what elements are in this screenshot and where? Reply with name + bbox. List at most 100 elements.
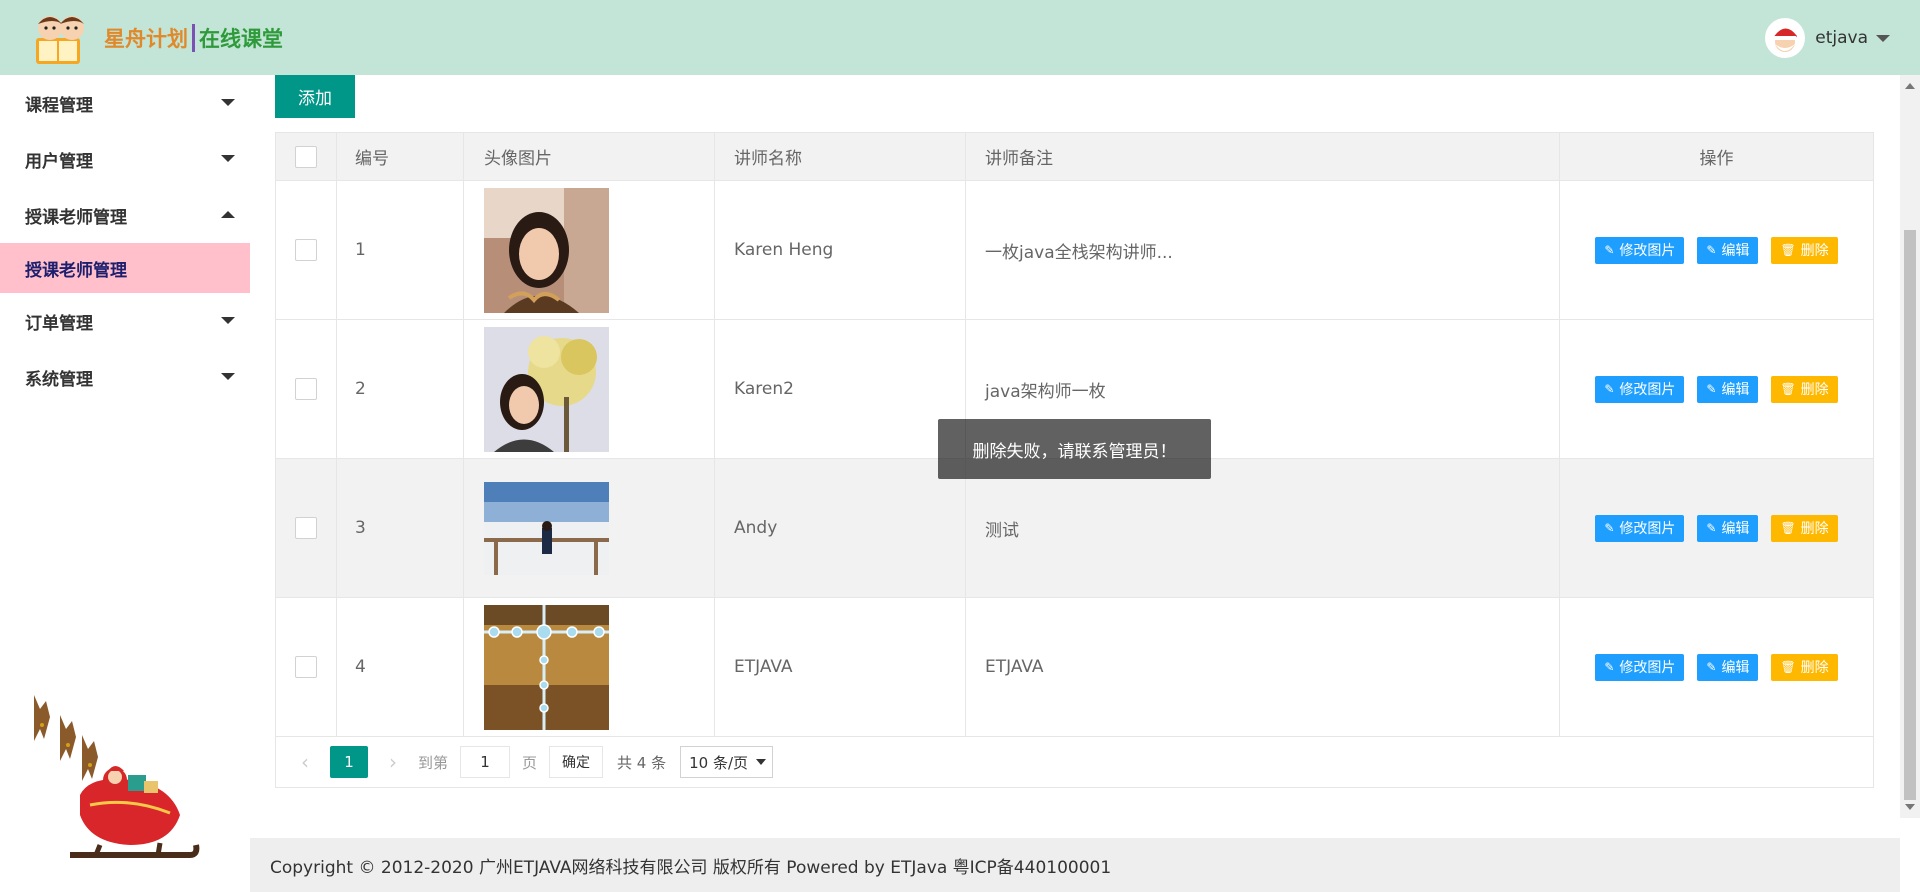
edit-button[interactable]: ✎ 编辑 xyxy=(1697,514,1759,542)
sidebar-item-teachers[interactable]: 授课老师管理 xyxy=(0,187,250,243)
delete-label: 删除 xyxy=(1800,521,1829,537)
pencil-icon: ✎ xyxy=(1706,660,1717,674)
copyright-text: Copyright © 2012-2020 广州ETJAVA网络科技有限公司 版… xyxy=(270,857,1112,878)
edit-image-label: 修改图片 xyxy=(1619,243,1676,259)
page-unit-label: 页 xyxy=(522,753,538,772)
sidebar-item-system[interactable]: 系统管理 xyxy=(0,349,250,405)
cell-name: Karen Heng xyxy=(715,181,966,319)
add-button[interactable]: 添加 xyxy=(275,75,355,118)
goto-confirm-button[interactable]: 确定 xyxy=(549,746,604,778)
row-checkbox[interactable] xyxy=(295,517,317,539)
sidebar-subitem-label: 授课老师管理 xyxy=(25,260,127,281)
row-checkbox[interactable] xyxy=(295,378,317,400)
vertical-scrollbar[interactable] xyxy=(1900,75,1920,818)
cell-id: 1 xyxy=(337,181,464,319)
page-footer: Copyright © 2012-2020 广州ETJAVA网络科技有限公司 版… xyxy=(250,838,1900,892)
scroll-up-icon[interactable] xyxy=(1905,83,1915,89)
sidebar-subitem-teachers-active[interactable]: 授课老师管理 xyxy=(0,243,250,293)
column-header-name[interactable]: 讲师名称 xyxy=(715,133,966,180)
goto-label: 到第 xyxy=(418,753,449,772)
cell-name: Karen2 xyxy=(715,320,966,458)
delete-button[interactable]: 🗑 删除 xyxy=(1771,653,1838,681)
chevron-down-icon xyxy=(756,759,767,765)
chevron-down-icon[interactable] xyxy=(1876,34,1890,42)
column-header-avatar[interactable]: 头像图片 xyxy=(464,133,715,180)
prev-page-icon[interactable]: ‹ xyxy=(292,750,318,774)
site-logo[interactable]: 星舟计划 在线课堂 xyxy=(30,8,283,68)
edit-image-label: 修改图片 xyxy=(1619,521,1676,537)
sidebar-item-courses[interactable]: 课程管理 xyxy=(0,75,250,131)
edit-image-button[interactable]: ✎ 修改图片 xyxy=(1595,653,1685,681)
cell-remark: 一枚java全栈架构讲师... xyxy=(966,181,1560,319)
chevron-up-icon xyxy=(221,211,235,218)
trash-icon: 🗑 xyxy=(1780,382,1796,396)
edit-label: 编辑 xyxy=(1721,382,1750,398)
edit-label: 编辑 xyxy=(1721,521,1750,537)
pagination: ‹ 1 › 到第 页 确定 共 4 条 10 条/页 xyxy=(276,737,1873,787)
edit-button[interactable]: ✎ 编辑 xyxy=(1697,653,1759,681)
sidebar-item-label: 订单管理 xyxy=(25,313,93,334)
edit-image-button[interactable]: ✎ 修改图片 xyxy=(1595,236,1685,264)
pencil-icon: ✎ xyxy=(1604,660,1615,674)
table-header-row: 编号 头像图片 讲师名称 讲师备注 操作 xyxy=(276,133,1873,181)
username[interactable]: etjava xyxy=(1815,28,1868,48)
table-row[interactable]: 4 ETJAVA ETJAVA ✎ 修改图片 ✎ 编辑 🗑 删除 xyxy=(276,598,1873,737)
cell-remark: 测试 xyxy=(966,459,1560,597)
cell-id: 3 xyxy=(337,459,464,597)
logo-text-primary: 星舟计划 xyxy=(104,27,188,51)
teacher-avatar-image xyxy=(484,326,609,452)
sidebar-item-orders[interactable]: 订单管理 xyxy=(0,293,250,349)
sidebar-nav: 课程管理 用户管理 授课老师管理 授课老师管理 订单管理 系统管理 xyxy=(0,75,250,892)
edit-image-button[interactable]: ✎ 修改图片 xyxy=(1595,514,1685,542)
pencil-icon: ✎ xyxy=(1706,382,1717,396)
sidebar-item-users[interactable]: 用户管理 xyxy=(0,131,250,187)
teacher-avatar-image xyxy=(484,187,609,313)
delete-label: 删除 xyxy=(1800,382,1829,398)
sidebar-item-label: 系统管理 xyxy=(25,369,93,390)
pencil-icon: ✎ xyxy=(1604,243,1615,257)
sidebar-item-label: 授课老师管理 xyxy=(25,207,127,228)
pencil-icon: ✎ xyxy=(1604,382,1615,396)
cell-name: Andy xyxy=(715,459,966,597)
edit-button[interactable]: ✎ 编辑 xyxy=(1697,375,1759,403)
goto-page-input[interactable] xyxy=(460,746,511,778)
next-page-icon[interactable]: › xyxy=(380,750,406,774)
santa-sleigh-decoration xyxy=(20,685,200,875)
trash-icon: 🗑 xyxy=(1780,660,1796,674)
chevron-down-icon xyxy=(221,317,235,324)
cell-remark: ETJAVA xyxy=(966,598,1560,736)
delete-label: 删除 xyxy=(1800,660,1829,676)
trash-icon: 🗑 xyxy=(1780,243,1796,257)
edit-image-label: 修改图片 xyxy=(1619,382,1676,398)
row-checkbox[interactable] xyxy=(295,656,317,678)
kids-logo-icon xyxy=(30,8,98,68)
edit-image-label: 修改图片 xyxy=(1619,660,1676,676)
chevron-down-icon xyxy=(221,99,235,106)
delete-button[interactable]: 🗑 删除 xyxy=(1771,236,1838,264)
page-size-value: 10 条/页 xyxy=(689,753,749,772)
delete-button[interactable]: 🗑 删除 xyxy=(1771,514,1838,542)
logo-divider xyxy=(192,24,195,52)
sidebar-item-label: 课程管理 xyxy=(25,95,93,116)
pencil-icon: ✎ xyxy=(1706,521,1717,535)
edit-image-button[interactable]: ✎ 修改图片 xyxy=(1595,375,1685,403)
cell-name: ETJAVA xyxy=(715,598,966,736)
delete-button[interactable]: 🗑 删除 xyxy=(1771,375,1838,403)
pencil-icon: ✎ xyxy=(1706,243,1717,257)
column-header-actions: 操作 xyxy=(1699,149,1734,169)
user-avatar[interactable] xyxy=(1765,18,1806,58)
select-all-checkbox[interactable] xyxy=(295,145,317,168)
teacher-avatar-image xyxy=(484,481,609,575)
column-header-remark[interactable]: 讲师备注 xyxy=(966,133,1560,180)
page-size-select[interactable]: 10 条/页 xyxy=(680,746,774,778)
table-row[interactable]: 3 Andy 测试 ✎ 修改图片 ✎ 编辑 🗑 删除 xyxy=(276,459,1873,598)
scroll-down-icon[interactable] xyxy=(1905,804,1915,810)
table-row[interactable]: 1 Karen Heng 一枚java全栈架构讲师... ✎ 修改图片 ✎ 编辑… xyxy=(276,181,1873,320)
row-checkbox[interactable] xyxy=(295,239,317,261)
current-page[interactable]: 1 xyxy=(330,746,368,778)
edit-label: 编辑 xyxy=(1721,243,1750,259)
column-header-id[interactable]: 编号 xyxy=(337,133,464,180)
scrollbar-thumb[interactable] xyxy=(1904,230,1916,800)
edit-button[interactable]: ✎ 编辑 xyxy=(1697,236,1759,264)
user-menu[interactable]: etjava xyxy=(1765,18,1890,58)
